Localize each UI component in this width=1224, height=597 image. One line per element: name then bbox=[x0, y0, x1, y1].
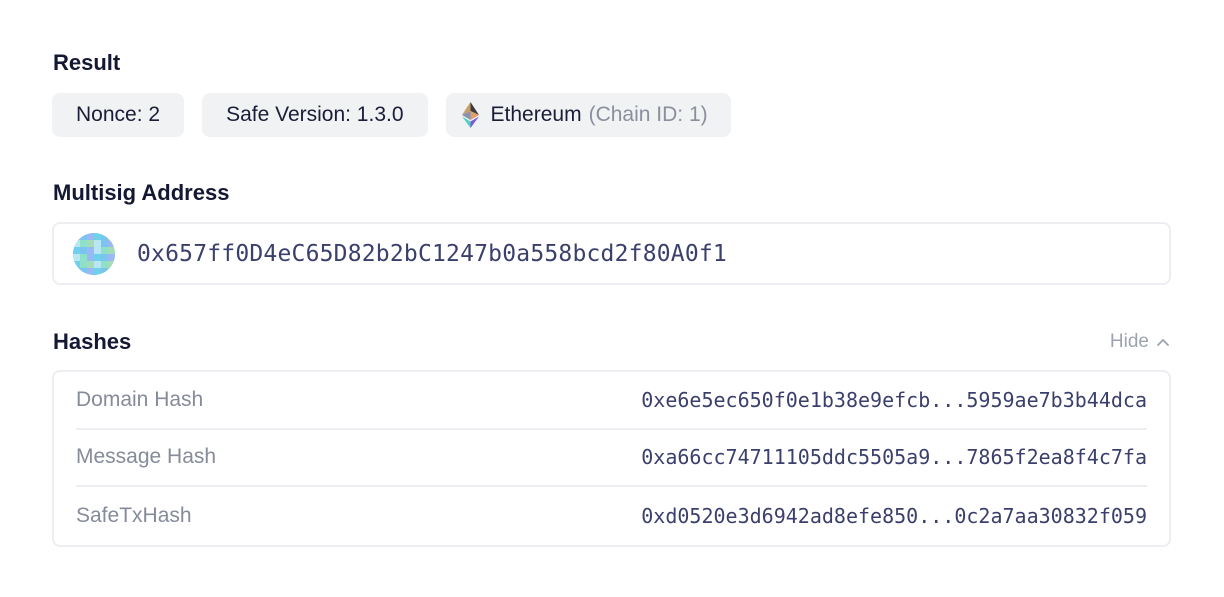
identicon-cell bbox=[87, 260, 94, 268]
identicon-cell bbox=[94, 232, 101, 240]
safe-version-label: Safe Version: 1.3.0 bbox=[226, 103, 404, 126]
identicon-cell bbox=[94, 246, 101, 254]
identicon-cell bbox=[87, 253, 94, 261]
hash-value[interactable]: 0xa66cc74711105ddc5505a9...7865f2ea8f4c7… bbox=[641, 445, 1147, 469]
identicon-cell bbox=[94, 253, 101, 261]
identicon-cell bbox=[94, 260, 101, 268]
identicon-cell bbox=[108, 267, 115, 275]
identicon-cell bbox=[80, 232, 87, 240]
hash-row-safetx: SafeTxHash 0xd0520e3d6942ad8efe850...0c2… bbox=[76, 487, 1147, 545]
identicon-cell bbox=[101, 232, 108, 240]
identicon-cell bbox=[108, 246, 115, 254]
identicon-cell bbox=[80, 260, 87, 268]
identicon-cell bbox=[108, 239, 115, 247]
identicon-cell bbox=[73, 246, 80, 254]
identicon-cell bbox=[87, 239, 94, 247]
identicon-cell bbox=[73, 253, 80, 261]
identicon-cell bbox=[94, 239, 101, 247]
hash-value[interactable]: 0xe6e5ec650f0e1b38e9efcb...5959ae7b3b44d… bbox=[641, 388, 1147, 412]
identicon-cell bbox=[87, 246, 94, 254]
chain-id: (Chain ID: 1) bbox=[588, 103, 708, 126]
identicon-cell bbox=[108, 260, 115, 268]
identicon-cell bbox=[73, 232, 80, 240]
hash-row-domain: Domain Hash 0xe6e5ec650f0e1b38e9efcb...5… bbox=[76, 372, 1147, 430]
chain-name: Ethereum bbox=[490, 103, 582, 126]
identicon-cell bbox=[73, 239, 80, 247]
identicon-cell bbox=[101, 246, 108, 254]
result-title: Result bbox=[53, 50, 121, 75]
identicon-cell bbox=[80, 246, 87, 254]
identicon-cell bbox=[73, 260, 80, 268]
identicon-cell bbox=[101, 253, 108, 261]
identicon-cell bbox=[80, 239, 87, 247]
identicon-cell bbox=[94, 267, 101, 275]
nonce-label: Nonce: 2 bbox=[76, 103, 161, 126]
chain-chip: Ethereum (Chain ID: 1) bbox=[445, 93, 731, 137]
hide-hashes-button[interactable]: Hide bbox=[1110, 331, 1169, 353]
identicon-cell bbox=[101, 239, 108, 247]
hash-label: Message Hash bbox=[76, 445, 217, 469]
hash-value[interactable]: 0xd0520e3d6942ad8efe850...0c2a7aa30832f0… bbox=[641, 504, 1147, 528]
identicon-cell bbox=[101, 260, 108, 268]
hash-label: Domain Hash bbox=[76, 387, 204, 411]
identicon-cell bbox=[108, 253, 115, 261]
identicon-cell bbox=[73, 267, 80, 275]
hashes-table: Domain Hash 0xe6e5ec650f0e1b38e9efcb...5… bbox=[52, 370, 1171, 547]
identicon-cell bbox=[108, 232, 115, 240]
identicon-cell bbox=[101, 267, 108, 275]
identicon-cell bbox=[87, 232, 94, 240]
multisig-address[interactable]: 0x657ff0D4eC65D82b2bC1247b0a558bcd2f80A0… bbox=[137, 241, 727, 267]
multisig-address-box[interactable]: 0x657ff0D4eC65D82b2bC1247b0a558bcd2f80A0… bbox=[52, 222, 1171, 285]
chevron-up-icon bbox=[1157, 339, 1169, 346]
identicon-cell bbox=[80, 253, 87, 261]
hashes-title: Hashes bbox=[53, 329, 132, 354]
identicon-avatar bbox=[73, 232, 115, 275]
result-chips: Nonce: 2 Safe Version: 1.3.0 Ethereum (C… bbox=[52, 93, 731, 137]
ethereum-icon bbox=[461, 102, 479, 128]
identicon-cell bbox=[87, 267, 94, 275]
multisig-title: Multisig Address bbox=[53, 180, 230, 205]
hash-row-message: Message Hash 0xa66cc74711105ddc5505a9...… bbox=[76, 430, 1147, 487]
hash-label: SafeTxHash bbox=[76, 503, 192, 527]
identicon-cell bbox=[80, 267, 87, 275]
nonce-chip: Nonce: 2 bbox=[52, 93, 185, 137]
safe-version-chip: Safe Version: 1.3.0 bbox=[202, 93, 428, 137]
hide-label: Hide bbox=[1109, 331, 1149, 352]
